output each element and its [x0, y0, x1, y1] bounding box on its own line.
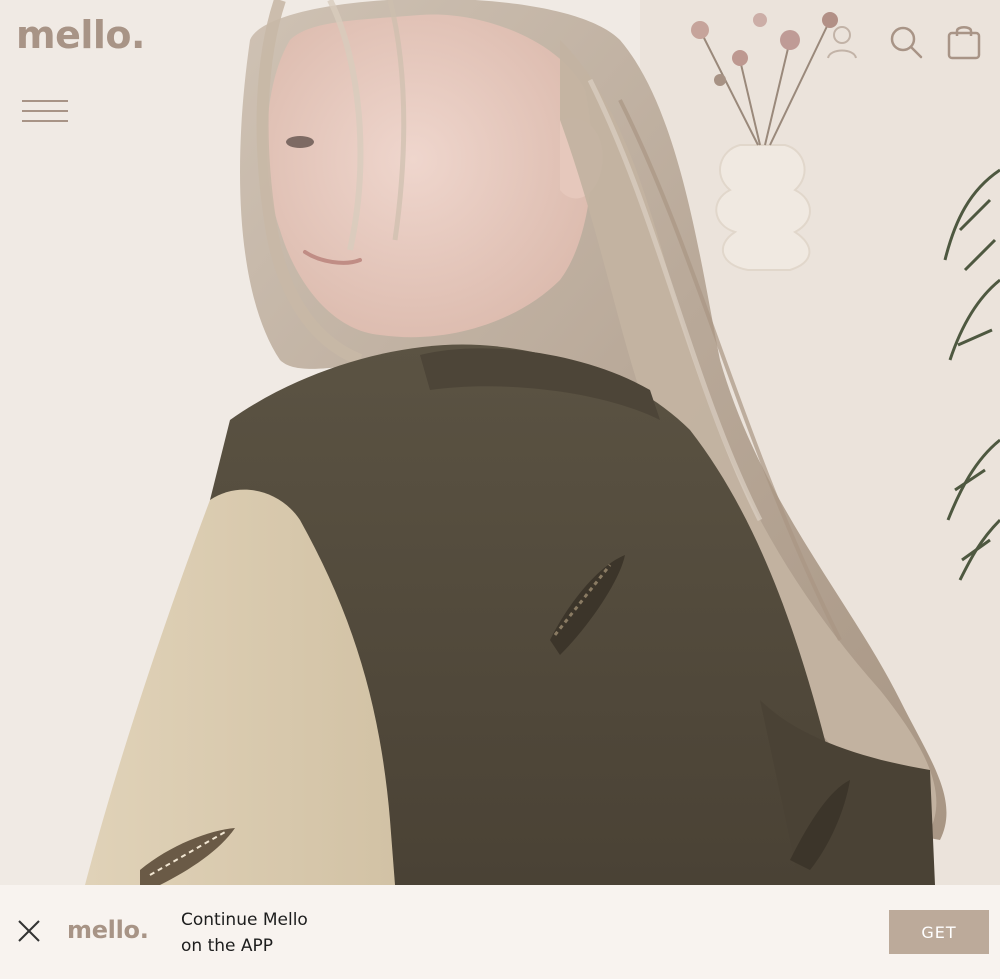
hero-banner: mello.: [0, 0, 1000, 885]
menu-line: [22, 100, 68, 102]
banner-line-2: on the APP: [181, 936, 274, 956]
search-icon[interactable]: [886, 22, 926, 62]
menu-icon[interactable]: [22, 100, 68, 122]
banner-message: Continue Mello on the APP: [181, 907, 308, 959]
hero-photo: [0, 0, 1000, 885]
bag-icon[interactable]: [944, 22, 984, 62]
get-app-button[interactable]: GET: [889, 910, 989, 954]
user-icon[interactable]: [822, 22, 862, 62]
menu-line: [22, 110, 68, 112]
brand-logo[interactable]: mello.: [16, 16, 145, 54]
banner-logo: mello.: [67, 916, 149, 944]
menu-line: [22, 120, 68, 122]
close-icon[interactable]: [14, 916, 44, 946]
banner-line-1: Continue Mello: [181, 910, 308, 930]
app-download-banner: mello. Continue Mello on the APP GET: [0, 885, 1000, 979]
